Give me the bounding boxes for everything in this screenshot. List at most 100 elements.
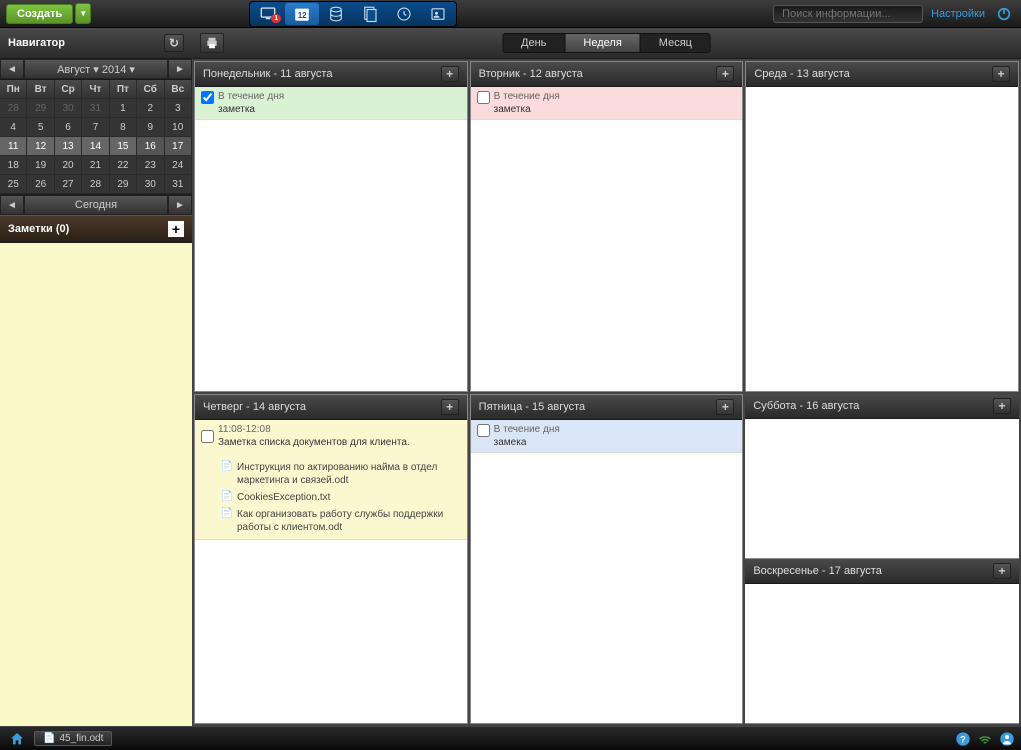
power-button[interactable] — [993, 3, 1015, 25]
tab-week[interactable]: Неделя — [565, 34, 640, 52]
user-icon[interactable] — [999, 731, 1015, 747]
create-button[interactable]: Создать — [6, 4, 73, 24]
database-icon[interactable] — [319, 3, 353, 25]
calendar-day[interactable]: 27 — [55, 175, 82, 194]
calendar-day[interactable]: 4 — [0, 118, 27, 137]
add-event-button[interactable]: + — [992, 66, 1010, 82]
home-button[interactable] — [6, 730, 28, 748]
notes-panel[interactable] — [0, 243, 192, 726]
calendar-day[interactable]: 5 — [27, 118, 54, 137]
month-selector[interactable]: Август ▾ 2014 ▾ — [24, 59, 168, 79]
documents-icon[interactable] — [353, 3, 387, 25]
calendar-day[interactable]: 16 — [137, 137, 164, 156]
calendar-day[interactable]: 1 — [110, 99, 137, 118]
calendar-day[interactable]: 2 — [137, 99, 164, 118]
add-event-button[interactable]: + — [716, 66, 734, 82]
calendar-day[interactable]: 29 — [110, 175, 137, 194]
calendar-day[interactable]: 11 — [0, 137, 27, 156]
day-column-friday: Пятница - 15 августа + В течение днязаме… — [470, 394, 744, 725]
event-checkbox[interactable] — [201, 91, 214, 104]
taskbar-item[interactable]: 📄 45_fin.odt — [34, 731, 112, 746]
calendar-day[interactable]: 30 — [137, 175, 164, 194]
day-column-wednesday: Среда - 13 августа + — [745, 61, 1019, 392]
calendar-day[interactable]: 3 — [165, 99, 192, 118]
navigator-header: Навигатор ↻ — [0, 28, 192, 59]
calendar-event[interactable]: В течение днязаметка — [195, 87, 467, 120]
calendar-day[interactable]: 9 — [137, 118, 164, 137]
calendar-day-header: Вс — [165, 80, 192, 99]
tab-month[interactable]: Месяц — [641, 34, 710, 52]
calendar-day[interactable]: 30 — [55, 99, 82, 118]
search-box[interactable] — [773, 5, 923, 23]
clock-icon[interactable] — [387, 3, 421, 25]
event-attachment[interactable]: 📄Инструкция по актированию найма в отдел… — [201, 459, 461, 489]
calendar-day[interactable]: 26 — [27, 175, 54, 194]
search-input[interactable] — [782, 8, 914, 20]
calendar-day[interactable]: 24 — [165, 156, 192, 175]
weekend-column: Суббота - 16 августа + Воскресенье - 17 … — [745, 394, 1019, 725]
calendar-day[interactable]: 31 — [165, 175, 192, 194]
calendar-day[interactable]: 8 — [110, 118, 137, 137]
calendar-day[interactable]: 22 — [110, 156, 137, 175]
calendar-day[interactable]: 21 — [82, 156, 109, 175]
calendar-day[interactable]: 28 — [0, 99, 27, 118]
calendar-day[interactable]: 13 — [55, 137, 82, 156]
next-week-button[interactable]: ► — [168, 195, 192, 215]
wifi-icon[interactable] — [977, 731, 993, 747]
calendar-event[interactable]: В течение днязамека — [471, 420, 743, 453]
prev-week-button[interactable]: ◄ — [0, 195, 24, 215]
add-event-button[interactable]: + — [993, 398, 1011, 414]
file-icon: 📄 — [221, 508, 233, 520]
event-checkbox[interactable] — [201, 424, 214, 449]
print-button[interactable] — [200, 33, 224, 53]
event-attachment[interactable]: 📄Как организовать работу службы поддержк… — [201, 506, 461, 536]
calendar-day[interactable]: 20 — [55, 156, 82, 175]
event-checkbox[interactable] — [477, 424, 490, 437]
contacts-icon[interactable] — [421, 3, 455, 25]
day-column-monday: Понедельник - 11 августа + В течение дня… — [194, 61, 468, 392]
calendar-date-badge: 12 — [298, 11, 307, 20]
month-navigation: ◄ Август ▾ 2014 ▾ ► — [0, 59, 192, 80]
calendar-day[interactable]: 6 — [55, 118, 82, 137]
tab-day[interactable]: День — [503, 34, 565, 52]
day-column-saturday: Суббота - 16 августа + — [745, 394, 1019, 559]
help-icon[interactable]: ? — [955, 731, 971, 747]
refresh-button[interactable]: ↻ — [164, 34, 184, 52]
add-event-button[interactable]: + — [993, 563, 1011, 579]
desktop-icon[interactable]: 1 — [251, 3, 285, 25]
file-icon: 📄 — [221, 461, 233, 473]
calendar-day[interactable]: 19 — [27, 156, 54, 175]
calendar-event[interactable]: В течение днязаметка — [471, 87, 743, 120]
event-checkbox[interactable] — [477, 91, 490, 104]
day-header: Среда - 13 августа + — [746, 62, 1018, 87]
add-event-button[interactable]: + — [716, 399, 734, 415]
notes-header: Заметки (0) + — [0, 215, 192, 243]
document-icon: 📄 — [43, 733, 55, 744]
calendar-day[interactable]: 17 — [165, 137, 192, 156]
settings-link[interactable]: Настройки — [931, 8, 985, 20]
calendar-icon[interactable]: 12 — [285, 3, 319, 25]
add-event-button[interactable]: + — [441, 66, 459, 82]
calendar-day[interactable]: 15 — [110, 137, 137, 156]
prev-month-button[interactable]: ◄ — [0, 59, 24, 79]
next-month-button[interactable]: ► — [168, 59, 192, 79]
calendar-event[interactable]: 11:08-12:08Заметка списка документов для… — [195, 420, 467, 540]
today-button[interactable]: Сегодня — [24, 195, 168, 215]
calendar-day[interactable]: 7 — [82, 118, 109, 137]
day-header: Пятница - 15 августа + — [471, 395, 743, 420]
create-dropdown[interactable]: ▼ — [75, 3, 91, 24]
event-attachment[interactable]: 📄CookiesException.txt — [201, 489, 461, 506]
calendar-day[interactable]: 14 — [82, 137, 109, 156]
calendar-day[interactable]: 28 — [82, 175, 109, 194]
calendar-day[interactable]: 18 — [0, 156, 27, 175]
calendar-day[interactable]: 25 — [0, 175, 27, 194]
calendar-day[interactable]: 29 — [27, 99, 54, 118]
calendar-day[interactable]: 10 — [165, 118, 192, 137]
add-note-button[interactable]: + — [168, 221, 184, 237]
calendar-day-header: Чт — [82, 80, 109, 99]
calendar-day[interactable]: 31 — [82, 99, 109, 118]
sidebar: Навигатор ↻ ◄ Август ▾ 2014 ▾ ► ПнВтСрЧт… — [0, 28, 192, 726]
calendar-day[interactable]: 23 — [137, 156, 164, 175]
add-event-button[interactable]: + — [441, 399, 459, 415]
calendar-day[interactable]: 12 — [27, 137, 54, 156]
